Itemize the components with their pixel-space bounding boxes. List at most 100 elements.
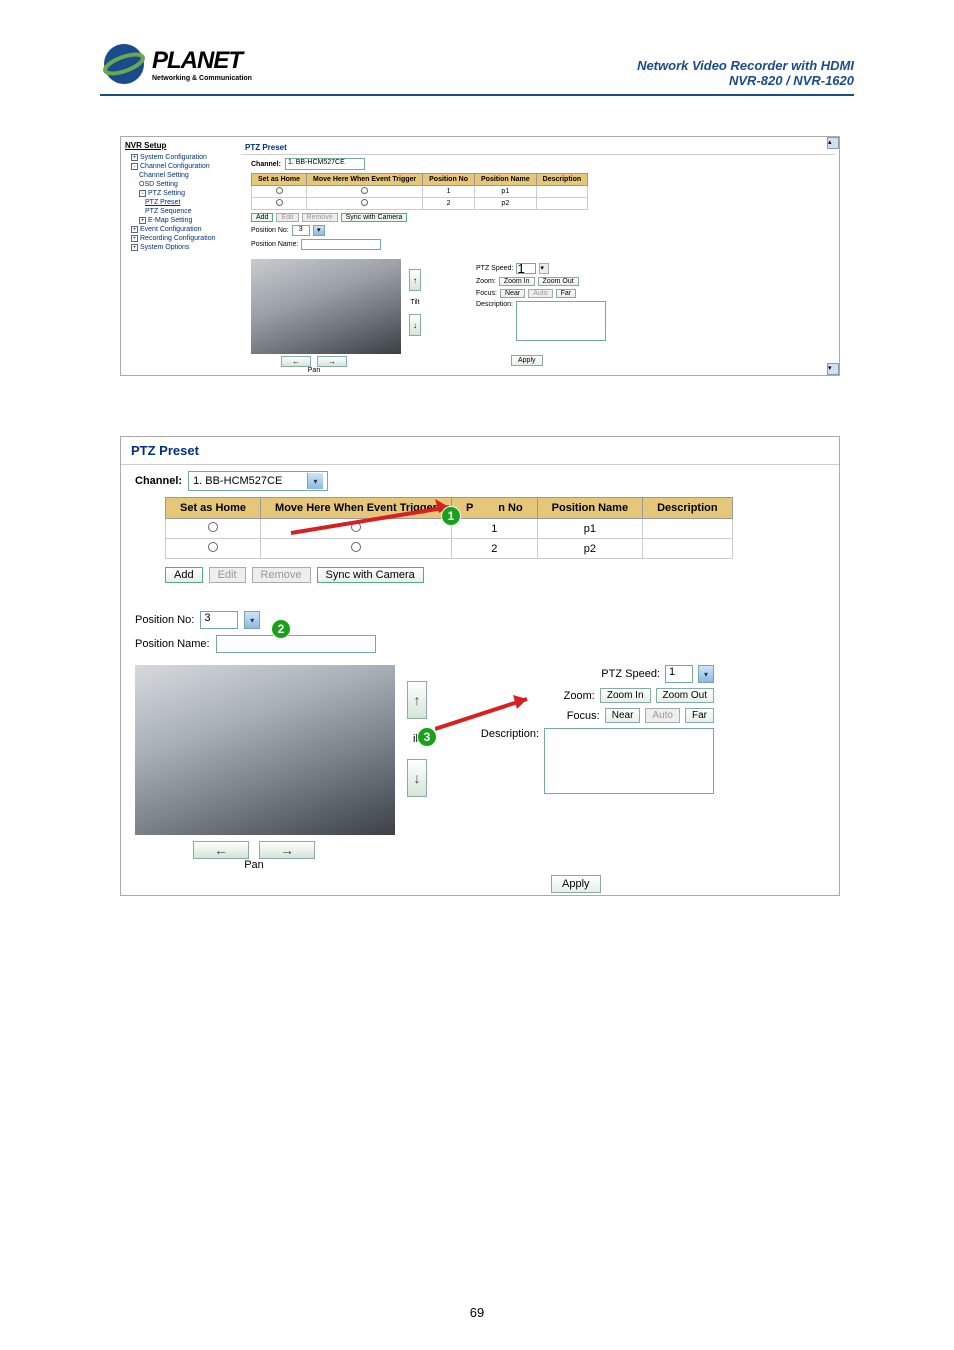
camera-preview: [135, 665, 395, 835]
zoom-in-button[interactable]: Zoom In: [499, 277, 535, 286]
position-no-input[interactable]: 3: [292, 225, 310, 236]
home-radio[interactable]: [276, 187, 283, 194]
page-number: 69: [470, 1305, 484, 1320]
home-radio[interactable]: [208, 522, 218, 532]
zoom-label: Zoom:: [476, 278, 496, 285]
th-position-name: Position Name: [475, 174, 537, 186]
red-arrow-3: [435, 695, 535, 745]
description-input[interactable]: [516, 301, 606, 341]
edit-button: Edit: [209, 567, 246, 583]
ptz-speed-label: PTZ Speed:: [476, 265, 513, 272]
tilt-up-button[interactable]: ↑: [409, 269, 421, 291]
sync-button[interactable]: Sync with Camera: [341, 213, 408, 222]
tilt-label: Tilt: [410, 299, 419, 306]
logo-text: PLANET: [152, 47, 252, 75]
callout-3: 3: [417, 727, 437, 747]
nav-recording-config[interactable]: +Recording Configuration: [125, 234, 235, 243]
th-set-home: Set as Home: [166, 498, 261, 519]
tilt-down-button[interactable]: ↓: [407, 759, 427, 797]
remove-button: Remove: [302, 213, 338, 222]
th-set-home: Set as Home: [252, 174, 307, 186]
edit-button: Edit: [276, 213, 298, 222]
table-row[interactable]: 1 p1: [252, 186, 588, 198]
nav-event-config[interactable]: +Event Configuration: [125, 225, 235, 234]
nav-ptz-preset[interactable]: PTZ Preset: [125, 198, 235, 207]
nav-sidebar: NVR Setup +System Configuration -Channel…: [125, 141, 235, 252]
channel-select[interactable]: 1. BB-HCM527CE ▾: [188, 471, 328, 491]
th-description: Description: [536, 174, 588, 186]
position-name-label: Position Name:: [251, 241, 298, 248]
th-move-here: Move Here When Event Trigger: [307, 174, 423, 186]
apply-button[interactable]: Apply: [551, 875, 601, 893]
red-arrow-1: [281, 493, 451, 541]
move-radio[interactable]: [351, 542, 361, 552]
position-no-label: Position No:: [135, 614, 194, 626]
nav-emap-setting[interactable]: +E-Map Setting: [125, 216, 235, 225]
pan-left-button[interactable]: ←: [281, 356, 311, 367]
position-no-dd[interactable]: ▾: [244, 611, 260, 629]
tilt-up-button[interactable]: ↑: [407, 681, 427, 719]
focus-label: Focus:: [476, 290, 497, 297]
th-position-no: P n No: [452, 498, 538, 519]
nav-system-config[interactable]: +System Configuration: [125, 153, 235, 162]
panel-title: PTZ Preset: [241, 141, 835, 155]
sync-button[interactable]: Sync with Camera: [317, 567, 424, 583]
tilt-down-button[interactable]: ↓: [409, 314, 421, 336]
preset-table: Set as Home Move Here When Event Trigger…: [251, 173, 588, 210]
ptz-speed-dd[interactable]: ▾: [698, 665, 714, 683]
pan-right-button[interactable]: →: [317, 356, 347, 367]
th-description: Description: [643, 498, 733, 519]
zoom-out-button[interactable]: Zoom Out: [656, 688, 714, 703]
position-no-label: Position No:: [251, 227, 289, 234]
position-name-input[interactable]: [216, 635, 376, 653]
remove-button: Remove: [252, 567, 311, 583]
description-input[interactable]: [544, 728, 714, 794]
pan-left-button[interactable]: ←: [193, 841, 249, 859]
move-radio[interactable]: [361, 199, 368, 206]
apply-button[interactable]: Apply: [511, 355, 543, 366]
channel-select[interactable]: 1. BB-HCM527CE: [285, 158, 365, 170]
position-name-label: Position Name:: [135, 638, 210, 650]
nav-ptz-sequence[interactable]: PTZ Sequence: [125, 207, 235, 216]
nav-ptz-setting[interactable]: -PTZ Setting: [125, 189, 235, 198]
nav-channel-config[interactable]: -Channel Configuration: [125, 162, 235, 171]
focus-auto-button: Auto: [528, 289, 552, 298]
focus-far-button[interactable]: Far: [556, 289, 577, 298]
th-position-no: Position No: [423, 174, 475, 186]
scroll-down-icon[interactable]: ▾: [827, 363, 839, 375]
add-button[interactable]: Add: [165, 567, 203, 583]
add-button[interactable]: Add: [251, 213, 273, 222]
home-radio[interactable]: [208, 542, 218, 552]
position-name-input[interactable]: [301, 239, 381, 250]
chevron-down-icon: ▾: [307, 473, 323, 489]
th-position-name: Position Name: [537, 498, 642, 519]
move-radio[interactable]: [361, 187, 368, 194]
pan-right-button[interactable]: →: [259, 841, 315, 859]
ptz-speed-dd[interactable]: ▾: [539, 263, 549, 274]
zoom-in-button[interactable]: Zoom In: [600, 688, 651, 703]
panel-title: PTZ Preset: [121, 437, 839, 465]
nav-osd-setting[interactable]: OSD Setting: [125, 180, 235, 189]
zoom-out-button[interactable]: Zoom Out: [538, 277, 579, 286]
screenshot-detail: PTZ Preset Channel: 1. BB-HCM527CE ▾ Set…: [120, 436, 840, 896]
ptz-speed-input[interactable]: [516, 263, 536, 274]
focus-near-button[interactable]: Near: [500, 289, 525, 298]
ptz-speed-label: PTZ Speed:: [584, 668, 660, 680]
header-title: Network Video Recorder with HDMI: [637, 58, 854, 73]
focus-near-button[interactable]: Near: [605, 708, 641, 723]
home-radio[interactable]: [276, 199, 283, 206]
position-no-input[interactable]: 3: [200, 611, 238, 629]
nav-channel-setting[interactable]: Channel Setting: [125, 171, 235, 180]
page-header: PLANET Networking & Communication Networ…: [100, 40, 854, 96]
logo: PLANET Networking & Communication: [100, 40, 252, 88]
focus-far-button[interactable]: Far: [685, 708, 714, 723]
channel-label: Channel:: [251, 161, 281, 168]
table-row[interactable]: 2 p2: [166, 539, 733, 559]
position-no-dd[interactable]: ▾: [313, 225, 325, 236]
camera-preview: [251, 259, 401, 354]
ptz-speed-input[interactable]: 1: [665, 665, 693, 683]
description-label: Description:: [476, 301, 513, 308]
pan-label: Pan: [244, 859, 264, 871]
nav-system-options[interactable]: +System Options: [125, 243, 235, 252]
table-row[interactable]: 2 p2: [252, 198, 588, 210]
